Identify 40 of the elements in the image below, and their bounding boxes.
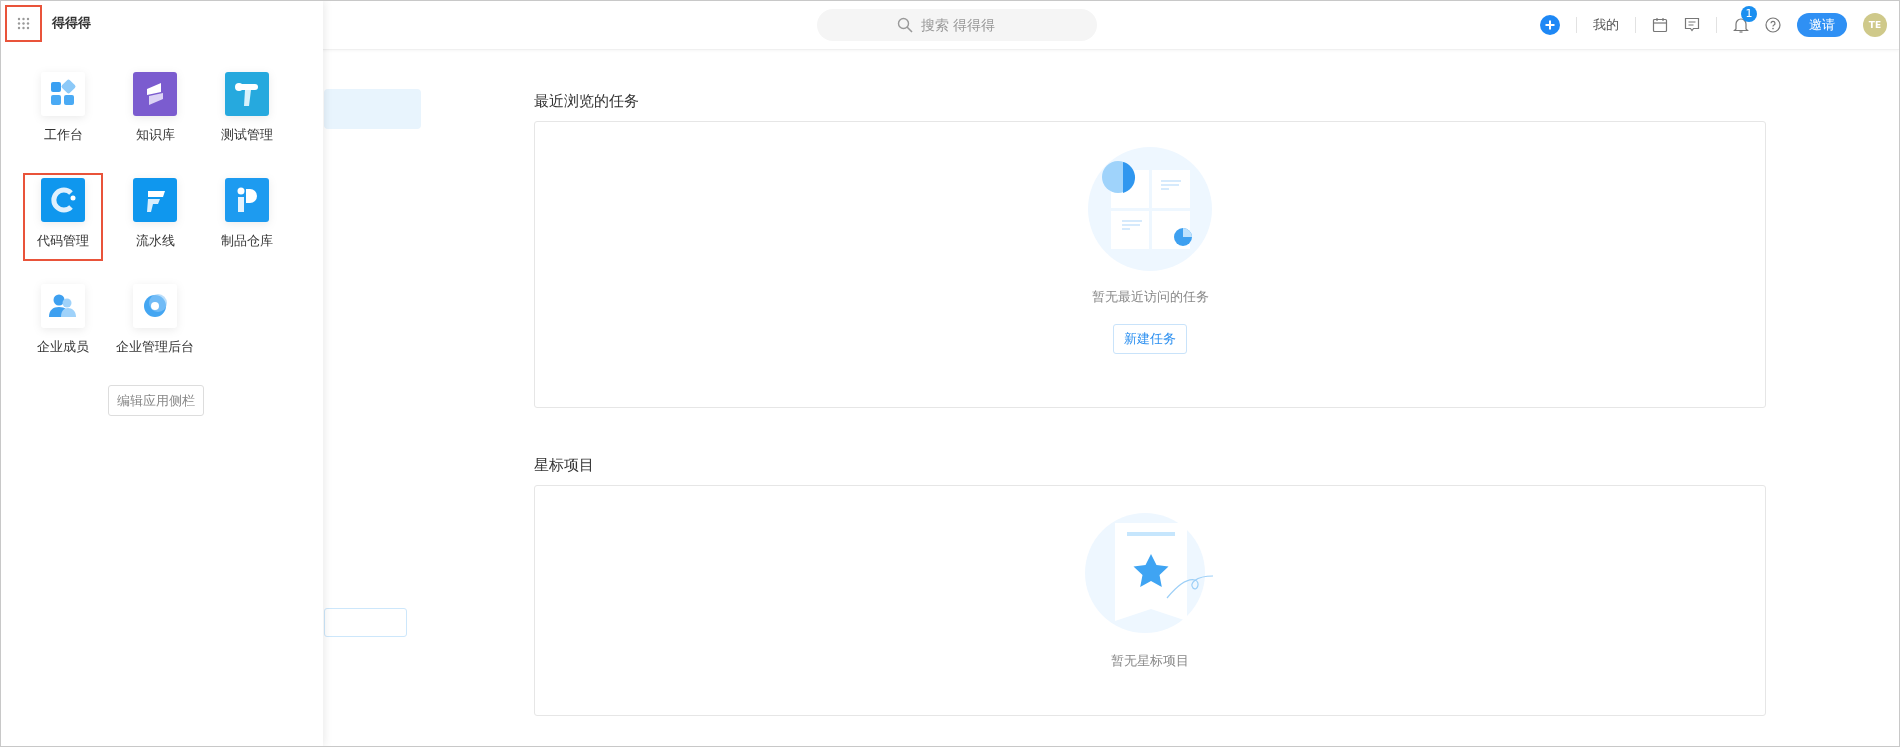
app-tile[interactable]: 知识库: [115, 67, 195, 155]
app-tile[interactable]: 企业管理后台: [115, 279, 195, 367]
search-icon: [897, 17, 913, 33]
notification-badge: 1: [1741, 6, 1757, 22]
app-tile[interactable]: 工作台: [23, 67, 103, 155]
app-tile[interactable]: 测试管理: [207, 67, 287, 155]
app-name: 得得得: [52, 14, 91, 32]
app-tile[interactable]: 流水线: [115, 173, 195, 261]
search-input[interactable]: 搜索 得得得: [921, 17, 1017, 33]
app-logo-icon: [133, 178, 177, 222]
app-tile[interactable]: 代码管理: [23, 173, 103, 261]
app-label: 制品仓库: [221, 232, 273, 250]
app-label: 代码管理: [37, 232, 89, 250]
app-logo-icon: [133, 72, 177, 116]
app-menu-button[interactable]: [5, 4, 42, 42]
my-link[interactable]: 我的: [1593, 16, 1619, 34]
app-label: 企业成员: [37, 338, 89, 356]
section-title: 星标项目: [534, 455, 595, 476]
app-logo-icon: [225, 72, 269, 116]
edit-sidebar-button[interactable]: 编辑应用侧栏: [108, 385, 204, 416]
message-icon: [1684, 17, 1700, 33]
empty-message: 暂无星标项目: [1111, 652, 1189, 670]
help-icon: [1765, 17, 1781, 33]
app-logo-icon: [41, 178, 85, 222]
app-label: 知识库: [135, 126, 175, 144]
apps-grid-icon: [17, 16, 30, 30]
calendar-icon: [1652, 17, 1668, 33]
app-tile[interactable]: 企业成员: [23, 279, 103, 367]
section-title: 最近浏览的任务: [534, 91, 640, 112]
app-label: 测试管理: [221, 126, 273, 144]
bell-icon: [1733, 16, 1749, 34]
add-icon: [1540, 15, 1560, 35]
empty-message: 暂无最近访问的任务: [1091, 288, 1209, 306]
app-label: 流水线: [135, 232, 175, 250]
app-logo-icon: [225, 178, 269, 222]
input-field[interactable]: [324, 608, 407, 637]
app-label: 工作台: [43, 126, 83, 144]
app-tile[interactable]: 制品仓库: [207, 173, 287, 261]
new-task-button[interactable]: 新建任务: [1113, 324, 1187, 354]
app-label: 企业管理后台: [116, 338, 194, 356]
